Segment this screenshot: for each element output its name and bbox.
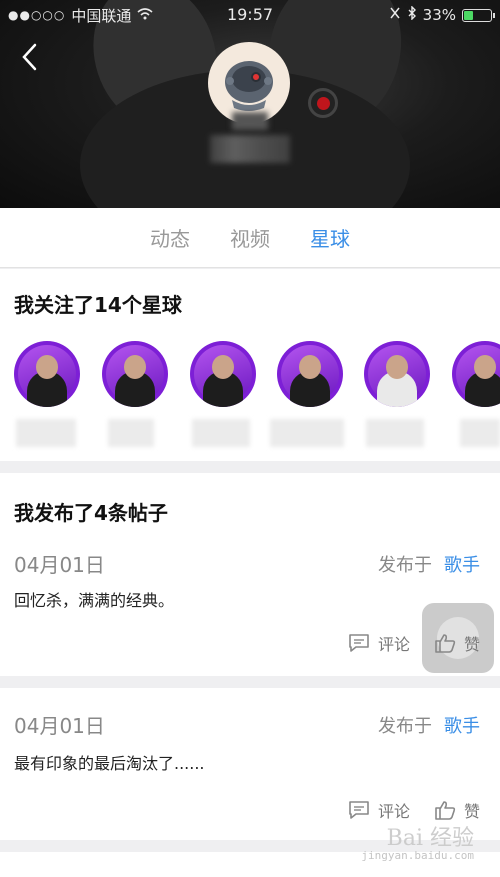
- post-text: 最有印象的最后淘汰了......: [14, 754, 205, 773]
- baidu-watermark: Bai 经验 jingyan.baidu.com: [361, 826, 474, 862]
- planet-avatar[interactable]: [277, 341, 343, 407]
- planet-avatar[interactable]: [14, 341, 80, 407]
- like-label: 赞: [463, 635, 480, 654]
- planet-name-blurred: [192, 419, 250, 447]
- battery-icon: [462, 8, 495, 22]
- planet-list: [0, 341, 500, 461]
- post-text: 回忆杀，满满的经典。: [14, 591, 175, 610]
- back-button[interactable]: [14, 42, 44, 72]
- post-date: 04月01日: [14, 714, 105, 738]
- planet-avatar[interactable]: [102, 341, 168, 407]
- watermark-url: jingyan.baidu.com: [361, 849, 474, 862]
- profile-header: ●●○○○ 中国联通 19:57 33%: [0, 0, 500, 208]
- comment-icon: [349, 801, 369, 819]
- username-blurred: [210, 135, 290, 163]
- alarm-icon: [389, 6, 401, 24]
- comment-icon: [349, 634, 369, 652]
- planet-avatar[interactable]: [452, 341, 500, 407]
- carrier-label: 中国联通: [71, 6, 132, 25]
- profile-tabs: 动态 视频 星球: [0, 208, 500, 268]
- comment-label: 评论: [377, 802, 410, 821]
- like-label: 赞: [463, 802, 480, 821]
- category-link[interactable]: 歌手: [444, 551, 480, 577]
- thumbs-up-icon: [435, 634, 456, 653]
- published-in-label: 发布于: [378, 555, 432, 576]
- status-bar: ●●○○○ 中国联通 19:57 33%: [0, 0, 500, 30]
- chevron-left-icon: [22, 43, 37, 71]
- category-link[interactable]: 歌手: [444, 712, 480, 738]
- robot-avatar-icon: [225, 61, 273, 111]
- published-in-label: 发布于: [378, 716, 432, 737]
- like-button[interactable]: 赞: [434, 631, 480, 655]
- signal-icon: ●●○○○: [8, 8, 66, 22]
- like-button[interactable]: 赞: [434, 798, 480, 822]
- planet-avatar[interactable]: [190, 341, 256, 407]
- planet-name-blurred: [366, 419, 424, 447]
- status-time: 19:57: [226, 5, 274, 24]
- post-date: 04月01日: [14, 553, 105, 577]
- thumbs-up-icon: [435, 801, 456, 820]
- posts-title: 我发布了4条帖子: [14, 501, 168, 525]
- tab-dynamics[interactable]: 动态: [150, 223, 190, 252]
- post-item[interactable]: 04月01日 发布于 歌手 最有印象的最后淘汰了...... 评论 赞: [0, 688, 500, 840]
- username-blurred: [232, 112, 268, 130]
- planet-avatar[interactable]: [364, 341, 430, 407]
- planet-name-blurred: [108, 419, 154, 447]
- post-item[interactable]: 04月01日 发布于 歌手 回忆杀，满满的经典。 评论 赞: [0, 531, 500, 676]
- battery-percent: 33%: [422, 6, 456, 24]
- comment-button[interactable]: 评论: [348, 631, 410, 655]
- battery-fill: [464, 10, 473, 20]
- posts-section-header: 我发布了4条帖子: [0, 473, 500, 531]
- wifi-icon: [137, 6, 153, 24]
- followed-planets-card: 我关注了14个星球: [0, 269, 500, 461]
- comment-label: 评论: [377, 635, 410, 654]
- watermark-text: Bai 经验: [386, 826, 474, 851]
- tab-videos[interactable]: 视频: [230, 223, 270, 252]
- tab-planets[interactable]: 星球: [310, 223, 350, 252]
- planet-name-blurred: [460, 419, 500, 447]
- planet-name-blurred: [16, 419, 76, 447]
- post-actions: 评论 赞: [348, 798, 480, 822]
- header-background-eye: [308, 88, 338, 118]
- planets-title: 我关注了14个星球: [14, 293, 182, 317]
- comment-button[interactable]: 评论: [348, 798, 410, 822]
- post-actions: 评论 赞: [348, 631, 480, 655]
- bluetooth-icon: [407, 5, 417, 24]
- planet-name-blurred: [270, 419, 344, 447]
- post-source: 发布于 歌手: [378, 712, 480, 738]
- post-source: 发布于 歌手: [378, 551, 480, 577]
